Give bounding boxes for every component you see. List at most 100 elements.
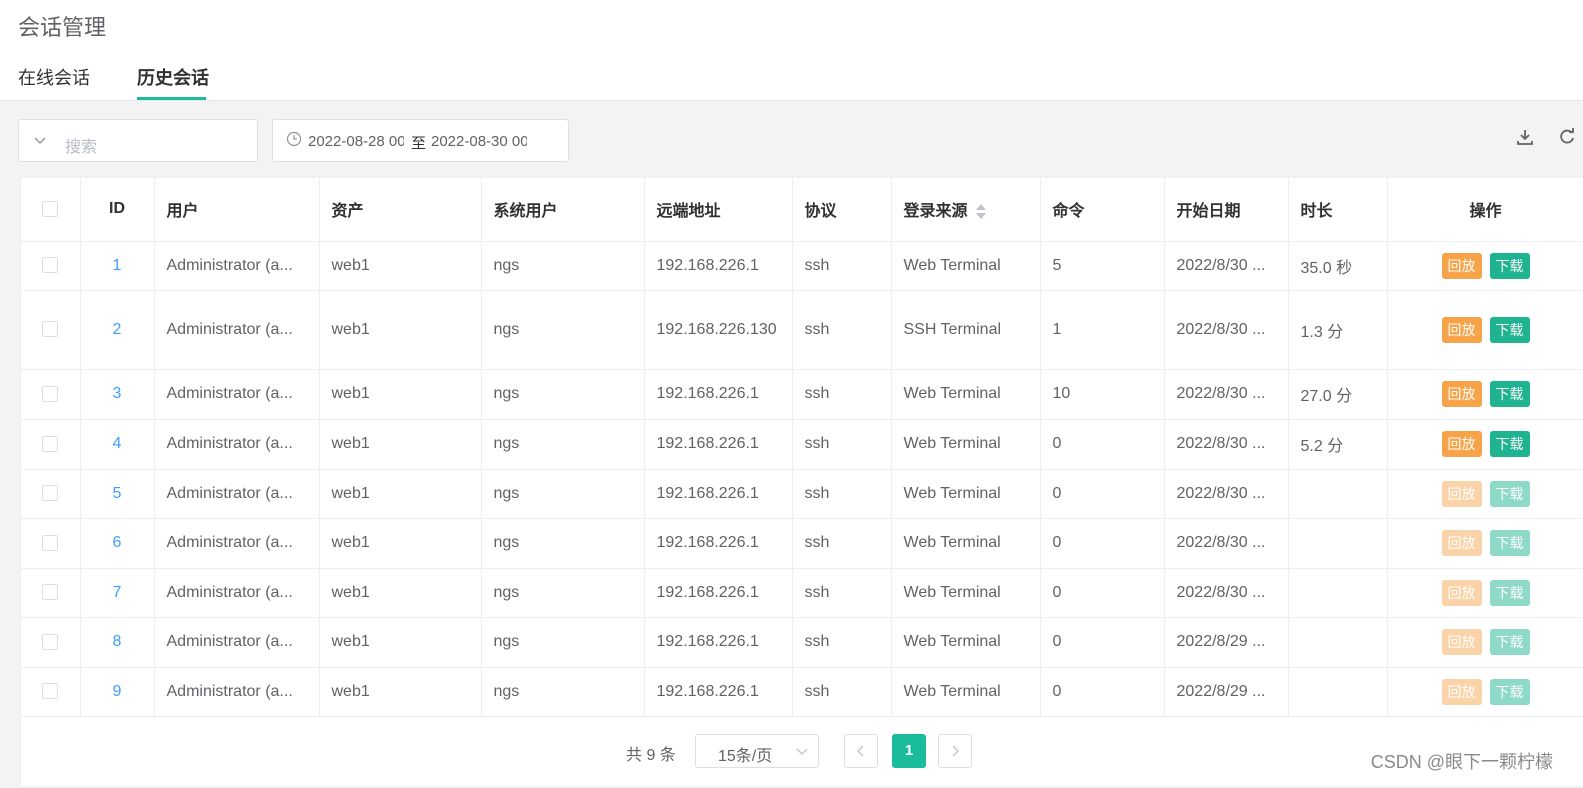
table-row[interactable]: 6 Administrator (a... web1 ngs 192.168.226.1… xyxy=(21,518,1583,569)
replay-button[interactable]: 回放 xyxy=(1441,579,1482,606)
date-start[interactable]: 2022-08-28 00:00:00 xyxy=(308,133,404,150)
cell-command: 1 xyxy=(1040,290,1165,370)
replay-button[interactable]: 回放 xyxy=(1441,381,1482,407)
cell-duration: 27.0 分 xyxy=(1288,369,1388,420)
row-checkbox[interactable] xyxy=(42,534,59,551)
cell-remote-address: 192.168.226.1 xyxy=(644,568,793,618)
table-header-row: ID 用户 资产 系统用户 远端地址 协议 登录来源 命令 开始日期 时长 操作 xyxy=(21,178,1583,242)
cell-user: Administrator (a... xyxy=(154,617,320,668)
download-button[interactable]: 下载 xyxy=(1489,431,1530,457)
chevron-down-icon[interactable] xyxy=(33,133,47,147)
row-checkbox[interactable] xyxy=(42,485,59,502)
cell-remote-address: 192.168.226.1 xyxy=(644,469,793,519)
row-checkbox[interactable] xyxy=(42,435,59,452)
table-row[interactable]: 2 Administrator (a... web1 ngs 192.168.226.1… xyxy=(21,290,1583,370)
row-checkbox[interactable] xyxy=(42,683,59,700)
cell-protocol: ssh xyxy=(792,667,892,717)
replay-button[interactable]: 回放 xyxy=(1441,316,1482,343)
table-row[interactable]: 4 Administrator (a... web1 ngs 192.168.226.1… xyxy=(21,419,1583,470)
download-button[interactable]: 下载 xyxy=(1489,629,1530,655)
table-row[interactable]: 1 Administrator (a... web1 ngs 192.168.226.1… xyxy=(21,241,1583,291)
header-login-from[interactable]: 登录来源 xyxy=(891,178,1041,242)
cell-user: Administrator (a... xyxy=(154,369,320,420)
session-id-link[interactable]: 5 xyxy=(80,469,155,519)
tab-online-sessions[interactable]: 在线会话 xyxy=(18,64,90,90)
session-id-link[interactable]: 2 xyxy=(80,290,155,370)
row-select-cell xyxy=(21,617,81,668)
cell-system-user: ngs xyxy=(481,241,645,291)
cell-actions: 回放 下载 xyxy=(1387,568,1583,618)
table-row[interactable]: 5 Administrator (a... web1 ngs 192.168.226.1… xyxy=(21,469,1583,519)
cell-user: Administrator (a... xyxy=(154,469,320,519)
tab-history-sessions[interactable]: 历史会话 xyxy=(137,64,209,90)
session-id-link[interactable]: 1 xyxy=(80,241,155,291)
cell-asset: web1 xyxy=(319,617,482,668)
select-all-checkbox[interactable] xyxy=(42,201,59,218)
replay-button[interactable]: 回放 xyxy=(1441,629,1482,655)
header-asset: 资产 xyxy=(319,178,482,242)
date-end[interactable]: 2022-08-30 00:00:00 xyxy=(431,133,527,150)
replay-button[interactable]: 回放 xyxy=(1441,678,1482,705)
replay-button[interactable]: 回放 xyxy=(1441,530,1482,556)
cell-remote-address: 192.168.226.1 xyxy=(644,518,793,569)
cell-duration xyxy=(1288,469,1388,519)
row-select-cell xyxy=(21,667,81,717)
cell-asset: web1 xyxy=(319,241,482,291)
download-button[interactable]: 下载 xyxy=(1489,381,1530,407)
download-button[interactable]: 下载 xyxy=(1489,579,1530,606)
table-row[interactable]: 7 Administrator (a... web1 ngs 192.168.226.1… xyxy=(21,568,1583,618)
row-checkbox[interactable] xyxy=(42,321,59,338)
pagination-total: 共 9 条 xyxy=(626,747,676,764)
cell-protocol: ssh xyxy=(792,290,892,370)
cell-start-date: 2022/8/30 ... xyxy=(1164,469,1289,519)
chevron-down-icon xyxy=(796,748,808,755)
cell-actions: 回放 下载 xyxy=(1387,518,1583,569)
cell-actions: 回放 下载 xyxy=(1387,617,1583,668)
cell-asset: web1 xyxy=(319,469,482,519)
table-row[interactable]: 8 Administrator (a... web1 ngs 192.168.226.1… xyxy=(21,617,1583,668)
download-button[interactable]: 下载 xyxy=(1489,530,1530,556)
cell-user: Administrator (a... xyxy=(154,419,320,470)
replay-button[interactable]: 回放 xyxy=(1441,252,1482,279)
sort-icon[interactable] xyxy=(975,204,986,220)
row-checkbox[interactable] xyxy=(42,584,59,601)
row-checkbox[interactable] xyxy=(42,633,59,650)
session-id-link[interactable]: 4 xyxy=(80,419,155,470)
next-page-button[interactable] xyxy=(938,734,972,768)
cell-protocol: ssh xyxy=(792,568,892,618)
cell-start-date: 2022/8/30 ... xyxy=(1164,241,1289,291)
watermark: CSDN @眼下一颗柠檬 xyxy=(1370,752,1553,772)
cell-actions: 回放 下载 xyxy=(1387,469,1583,519)
table-row[interactable]: 9 Administrator (a... web1 ngs 192.168.226.1… xyxy=(21,667,1583,717)
session-id-link[interactable]: 7 xyxy=(80,568,155,618)
row-select-cell xyxy=(21,419,81,470)
page-number-current[interactable]: 1 xyxy=(892,734,926,768)
download-icon[interactable] xyxy=(1516,128,1534,146)
cell-duration: 5.2 分 xyxy=(1288,419,1388,470)
date-range-picker[interactable]: 2022-08-28 00:00:00 至 2022-08-30 00:00:0… xyxy=(272,119,569,162)
download-button[interactable]: 下载 xyxy=(1489,678,1530,705)
cell-remote-address: 192.168.226.1 xyxy=(644,419,793,470)
row-checkbox[interactable] xyxy=(42,257,59,274)
refresh-icon[interactable] xyxy=(1558,128,1576,146)
download-button[interactable]: 下载 xyxy=(1489,252,1530,279)
replay-button[interactable]: 回放 xyxy=(1441,480,1482,507)
replay-button[interactable]: 回放 xyxy=(1441,431,1482,457)
cell-command: 0 xyxy=(1040,667,1165,717)
cell-login-from: Web Terminal xyxy=(891,469,1041,519)
row-checkbox[interactable] xyxy=(42,385,59,402)
table-row[interactable]: 3 Administrator (a... web1 ngs 192.168.226.1… xyxy=(21,369,1583,420)
cell-command: 0 xyxy=(1040,469,1165,519)
session-id-link[interactable]: 3 xyxy=(80,369,155,420)
session-id-link[interactable]: 9 xyxy=(80,667,155,717)
download-button[interactable]: 下载 xyxy=(1489,480,1530,507)
session-id-link[interactable]: 8 xyxy=(80,617,155,668)
cell-duration: 35.0 秒 xyxy=(1288,241,1388,291)
download-button[interactable]: 下载 xyxy=(1489,316,1530,343)
page-size-select[interactable]: 15条/页 xyxy=(695,734,819,768)
session-id-link[interactable]: 6 xyxy=(80,518,155,569)
search-input[interactable]: 搜索 xyxy=(18,119,258,162)
select-all-header xyxy=(21,178,81,242)
prev-page-button[interactable] xyxy=(844,734,878,768)
cell-user: Administrator (a... xyxy=(154,241,320,291)
